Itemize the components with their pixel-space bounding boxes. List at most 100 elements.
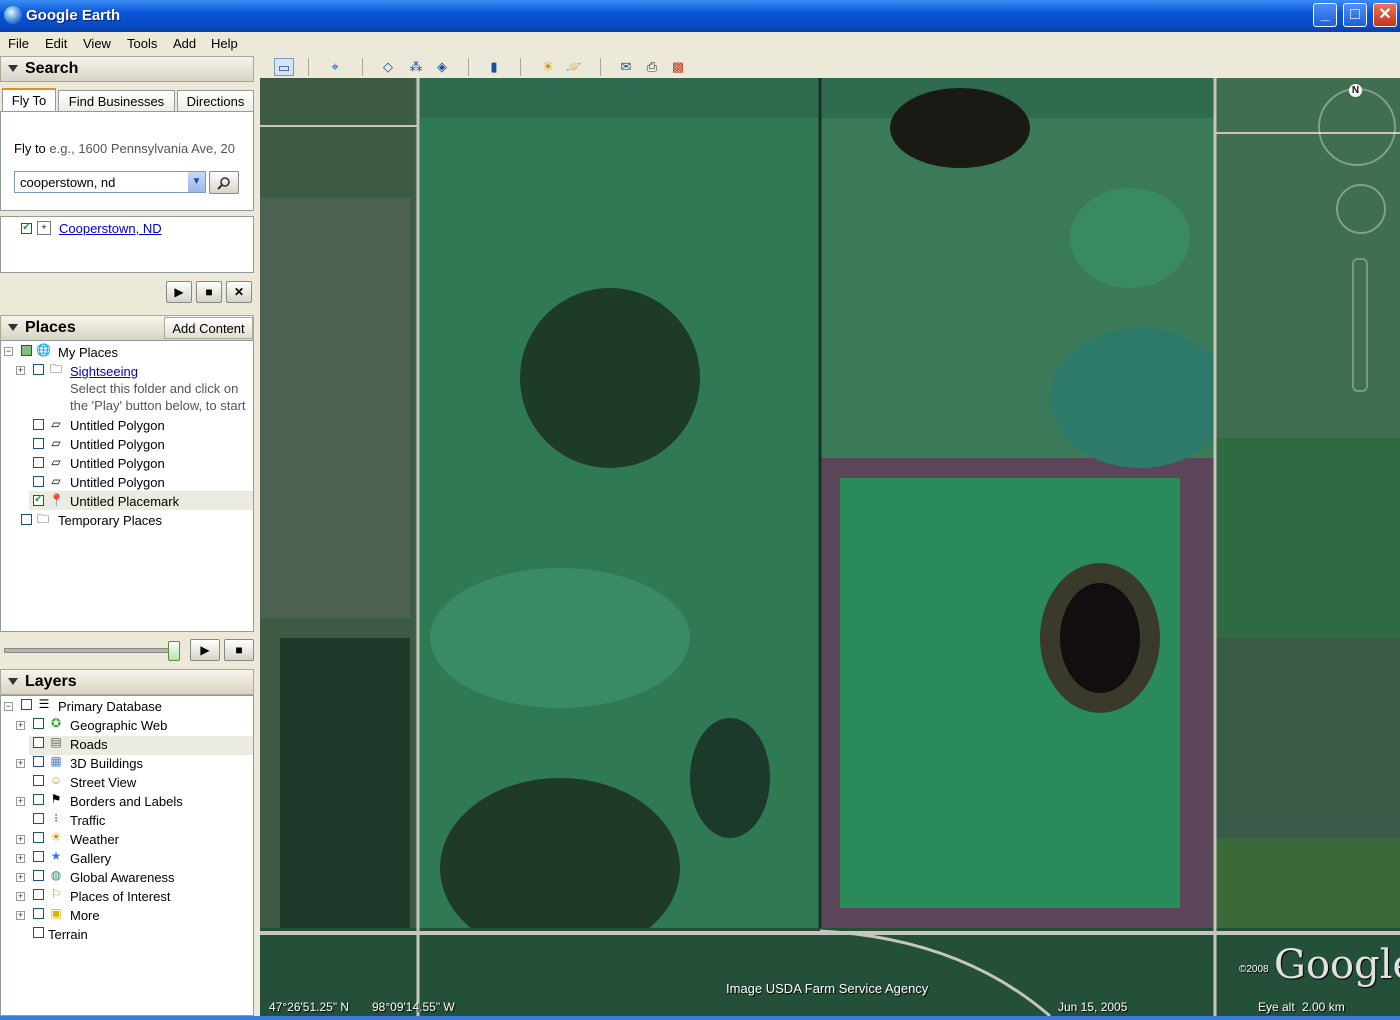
expand-toggle[interactable]: + — [16, 911, 25, 920]
layer-item[interactable]: More — [70, 908, 100, 926]
layer-checkbox[interactable] — [33, 813, 44, 824]
temporary-places-checkbox[interactable] — [21, 514, 32, 525]
expand-toggle[interactable]: + — [16, 797, 25, 806]
layer-checkbox[interactable] — [33, 870, 44, 881]
close-button[interactable]: ✕ — [1373, 3, 1397, 27]
compass-ring[interactable] — [1318, 88, 1396, 166]
layer-checkbox[interactable] — [21, 699, 32, 710]
layer-item[interactable]: Gallery — [70, 851, 111, 869]
layer-item[interactable]: Traffic — [70, 813, 105, 831]
stop-tour-button[interactable]: ■ — [196, 281, 222, 303]
terrain-label[interactable]: Terrain — [48, 927, 88, 945]
search-button[interactable] — [209, 171, 239, 194]
list-item[interactable]: Untitled Polygon — [70, 418, 165, 436]
view-in-maps-icon[interactable]: ▩ — [668, 58, 688, 76]
search-header-label: Search — [25, 60, 79, 77]
expand-toggle[interactable]: + — [16, 873, 25, 882]
layer-item[interactable]: Roads — [70, 737, 108, 755]
layer-checkbox[interactable] — [33, 889, 44, 900]
look-joystick[interactable] — [1336, 184, 1386, 234]
menu-view[interactable]: View — [83, 36, 111, 51]
search-panel-header[interactable]: Search — [0, 56, 254, 82]
terrain-checkbox[interactable] — [33, 927, 44, 938]
sidebar-toggle-icon[interactable]: ▭ — [274, 58, 294, 76]
menu-add[interactable]: Add — [173, 36, 196, 51]
menu-file[interactable]: File — [8, 36, 29, 51]
layer-item[interactable]: Street View — [70, 775, 136, 793]
primary-database-label[interactable]: Primary Database — [58, 699, 162, 717]
layer-checkbox[interactable] — [33, 737, 44, 748]
search-result-link[interactable]: Cooperstown, ND — [59, 221, 162, 236]
menu-edit[interactable]: Edit — [45, 36, 67, 51]
list-item[interactable]: Untitled Placemark — [70, 494, 179, 512]
search-input[interactable]: cooperstown, nd ▼ — [14, 171, 206, 193]
print-icon[interactable]: ⎙ — [642, 58, 662, 76]
layer-checkbox[interactable] — [33, 756, 44, 767]
expand-toggle[interactable]: − — [4, 347, 13, 356]
polygon-checkbox[interactable] — [33, 419, 44, 430]
layer-item[interactable]: 3D Buildings — [70, 756, 143, 774]
layer-item[interactable]: Weather — [70, 832, 119, 850]
tab-directions[interactable]: Directions — [177, 90, 254, 112]
map-view[interactable]: N Google ©2008 Image USDA Farm Service A… — [260, 78, 1400, 1016]
north-indicator[interactable]: N — [1349, 84, 1362, 97]
layer-checkbox[interactable] — [33, 908, 44, 919]
toolbar-separator — [468, 58, 469, 76]
polygon-checkbox[interactable] — [33, 476, 44, 487]
my-places-label[interactable]: My Places — [58, 345, 118, 363]
expand-toggle[interactable]: + — [16, 835, 25, 844]
list-item[interactable]: Untitled Polygon — [70, 456, 165, 474]
layers-panel-header[interactable]: Layers — [0, 669, 254, 695]
placemark-checkbox[interactable] — [33, 492, 44, 506]
layer-checkbox[interactable] — [33, 851, 44, 862]
expand-toggle[interactable]: + — [16, 854, 25, 863]
add-placemark-icon[interactable]: ⌖ — [325, 58, 345, 76]
my-places-checkbox[interactable] — [21, 345, 32, 356]
expand-toggle[interactable]: − — [4, 702, 13, 711]
menu-tools[interactable]: Tools — [127, 36, 157, 51]
play-tour-button[interactable]: ▶ — [166, 281, 192, 303]
sunlight-icon[interactable]: ☀ — [538, 58, 558, 76]
expand-toggle[interactable]: + — [16, 759, 25, 768]
layer-item[interactable]: Borders and Labels — [70, 794, 183, 812]
layer-item[interactable]: Geographic Web — [70, 718, 167, 736]
polygon-checkbox[interactable] — [33, 457, 44, 468]
layer-checkbox[interactable] — [33, 775, 44, 786]
add-image-overlay-icon[interactable]: ◈ — [432, 58, 452, 76]
layer-checkbox[interactable] — [33, 832, 44, 843]
expand-toggle[interactable]: + — [16, 366, 25, 375]
places-panel-header[interactable]: Places Add Content — [0, 315, 254, 341]
tour-speed-slider[interactable] — [4, 648, 178, 653]
stop-button[interactable]: ■ — [224, 639, 254, 661]
sightseeing-link[interactable]: Sightseeing — [70, 364, 138, 382]
expand-toggle[interactable]: + — [16, 721, 25, 730]
menu-help[interactable]: Help — [211, 36, 238, 51]
polygon-checkbox[interactable] — [33, 438, 44, 449]
add-polygon-icon[interactable]: ◇ — [378, 58, 398, 76]
temporary-places-label[interactable]: Temporary Places — [58, 513, 162, 531]
layer-item[interactable]: Global Awareness — [70, 870, 175, 888]
layer-checkbox[interactable] — [33, 718, 44, 729]
expand-toggle[interactable]: + — [16, 892, 25, 901]
add-content-button[interactable]: Add Content — [164, 317, 253, 339]
planet-icon[interactable]: 🪐 — [564, 58, 584, 76]
slider-handle[interactable] — [168, 641, 180, 661]
imagery-date: Jun 15, 2005 — [1058, 1000, 1128, 1014]
ruler-icon[interactable]: ▮ — [484, 58, 504, 76]
clear-results-button[interactable]: ✕ — [226, 281, 252, 303]
tab-fly-to[interactable]: Fly To — [2, 88, 56, 112]
add-path-icon[interactable]: ⁂ — [406, 58, 426, 76]
maximize-button[interactable]: □ — [1343, 3, 1367, 27]
minimize-button[interactable]: _ — [1313, 3, 1337, 27]
layer-item[interactable]: Places of Interest — [70, 889, 170, 907]
dropdown-arrow-icon[interactable]: ▼ — [188, 172, 205, 192]
layer-checkbox[interactable] — [33, 794, 44, 805]
list-item[interactable]: Untitled Polygon — [70, 437, 165, 455]
result-checkbox[interactable] — [21, 220, 32, 234]
sightseeing-checkbox[interactable] — [33, 364, 44, 375]
globe-icon: 🌐 — [36, 343, 51, 357]
tab-find-businesses[interactable]: Find Businesses — [58, 90, 175, 112]
play-button[interactable]: ▶ — [190, 639, 220, 661]
zoom-slider[interactable] — [1352, 258, 1368, 392]
email-icon[interactable]: ✉ — [616, 58, 636, 76]
